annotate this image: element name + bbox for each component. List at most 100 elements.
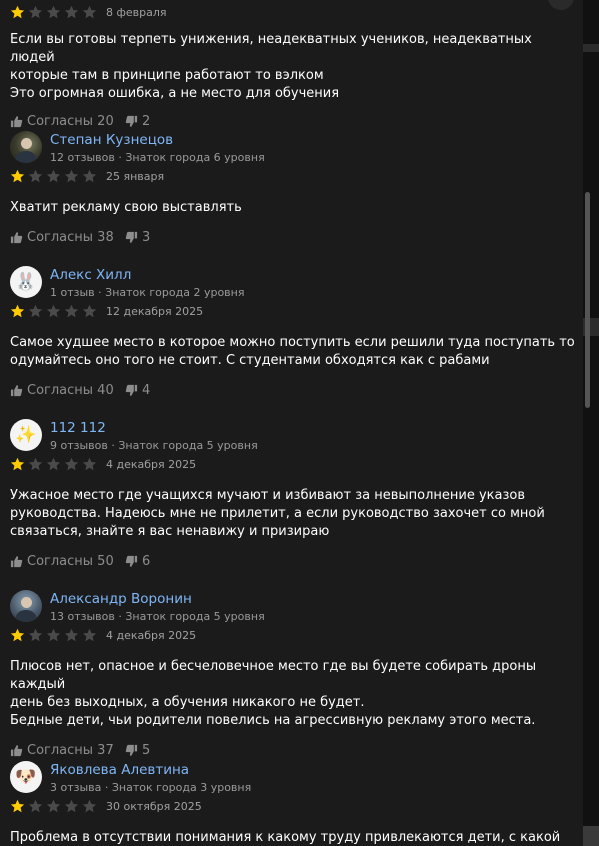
author-meta: 3 отзыва · Знаток города 3 уровня	[50, 781, 252, 794]
avatar[interactable]: 🐰	[10, 266, 42, 298]
dislike-button[interactable]: 4	[125, 383, 150, 398]
review-date: 8 февраля	[106, 6, 167, 19]
thumb-up-icon	[10, 384, 23, 397]
star-empty-icon	[82, 169, 97, 183]
like-button[interactable]: Согласны 40	[10, 383, 114, 398]
avatar[interactable]: 🐶	[10, 761, 42, 793]
author-name[interactable]: Яковлева Алевтина	[50, 762, 189, 778]
like-button[interactable]: Согласны 37	[10, 743, 114, 758]
dislike-button[interactable]: 2	[125, 114, 150, 129]
avatar[interactable]	[10, 131, 42, 163]
review-rating-row: 12 декабря 2025	[10, 304, 575, 322]
review-item: Степан Кузнецов 12 отзывов · Знаток горо…	[10, 131, 575, 250]
review-author: 🐰 Алекс Хилл 1 отзыв · Знаток города 2 у…	[10, 266, 575, 302]
rating-stars	[10, 169, 97, 184]
author-name[interactable]: 112 112	[50, 420, 106, 436]
review-actions: Согласны 40 4	[10, 383, 575, 403]
thumb-down-icon	[125, 231, 138, 244]
map-background-strip	[583, 0, 599, 846]
star-empty-icon	[46, 5, 61, 19]
review-item: 8 февраля Если вы готовы терпеть унижени…	[10, 3, 575, 134]
star-empty-icon	[82, 5, 97, 19]
dislike-button[interactable]: 3	[125, 230, 150, 245]
star-empty-icon	[64, 169, 79, 183]
review-date: 25 января	[106, 170, 165, 183]
thumb-up-icon	[10, 115, 23, 128]
star-empty-icon	[64, 628, 79, 642]
star-empty-icon	[64, 799, 79, 813]
star-filled-icon	[10, 799, 25, 813]
thumb-down-icon	[125, 384, 138, 397]
dislike-button[interactable]: 6	[125, 554, 150, 569]
author-name[interactable]: Алекс Хилл	[50, 267, 131, 283]
review-rating-row: 25 января	[10, 169, 575, 187]
star-empty-icon	[46, 169, 61, 183]
like-button[interactable]: Согласны 20	[10, 114, 114, 129]
thumb-down-icon	[125, 555, 138, 568]
star-empty-icon	[46, 304, 61, 318]
rating-stars	[10, 5, 97, 20]
review-date: 4 декабря 2025	[106, 458, 197, 471]
star-empty-icon	[28, 5, 43, 19]
review-actions: Согласны 38 3	[10, 230, 575, 250]
author-meta: 9 отзывов · Знаток города 5 уровня	[50, 439, 258, 452]
review-text: Хватит рекламу свою выставлять	[10, 200, 242, 215]
dislike-count: 5	[142, 743, 151, 758]
like-count: Согласны 38	[27, 230, 114, 245]
reviews-panel: 8 февраля Если вы готовы терпеть унижени…	[0, 0, 583, 846]
review-rating-row: 30 октября 2025	[10, 799, 575, 817]
thumb-up-icon	[10, 555, 23, 568]
author-meta: 13 отзывов · Знаток города 5 уровня	[50, 610, 265, 623]
star-empty-icon	[82, 628, 97, 642]
review-author: 🐶 Яковлева Алевтина 3 отзыва · Знаток го…	[10, 761, 575, 797]
star-empty-icon	[82, 457, 97, 471]
rating-stars	[10, 457, 97, 472]
star-empty-icon	[46, 628, 61, 642]
like-count: Согласны 20	[27, 114, 114, 129]
star-filled-icon	[10, 5, 25, 19]
star-empty-icon	[82, 304, 97, 318]
thumb-up-icon	[10, 744, 23, 757]
review-actions: Согласны 37 5	[10, 743, 575, 763]
review-item: 🐰 Алекс Хилл 1 отзыв · Знаток города 2 у…	[10, 266, 575, 403]
review-text: Плюсов нет, опасное и бесчеловечное мест…	[10, 659, 537, 728]
star-empty-icon	[28, 799, 43, 813]
author-name[interactable]: Александр Воронин	[50, 591, 192, 607]
author-name[interactable]: Степан Кузнецов	[50, 132, 173, 148]
thumb-down-icon	[125, 744, 138, 757]
star-empty-icon	[64, 5, 79, 19]
avatar[interactable]	[10, 590, 42, 622]
review-text: Если вы готовы терпеть унижения, неадекв…	[10, 32, 532, 101]
star-empty-icon	[28, 628, 43, 642]
review-actions: Согласны 50 6	[10, 554, 575, 574]
review-rating-row: 8 февраля	[10, 5, 575, 23]
star-filled-icon	[10, 304, 25, 318]
star-empty-icon	[46, 457, 61, 471]
author-meta: 1 отзыв · Знаток города 2 уровня	[50, 286, 245, 299]
review-author: Александр Воронин 13 отзывов · Знаток го…	[10, 590, 575, 626]
like-button[interactable]: Согласны 50	[10, 554, 114, 569]
review-date: 4 декабря 2025	[106, 629, 197, 642]
review-text: Ужасное место где учащихся мучают и изби…	[10, 488, 545, 539]
dislike-count: 6	[142, 554, 151, 569]
review-rating-row: 4 декабря 2025	[10, 628, 575, 646]
star-filled-icon	[10, 169, 25, 183]
review-author: Степан Кузнецов 12 отзывов · Знаток горо…	[10, 131, 575, 167]
like-count: Согласны 37	[27, 743, 114, 758]
dislike-count: 3	[142, 230, 151, 245]
star-filled-icon	[10, 628, 25, 642]
review-date: 30 октября 2025	[106, 800, 202, 813]
author-meta: 12 отзывов · Знаток города 6 уровня	[50, 151, 265, 164]
review-item: 🐶 Яковлева Алевтина 3 отзыва · Знаток го…	[10, 761, 575, 846]
scrollbar-thumb[interactable]	[585, 192, 590, 408]
review-rating-row: 4 декабря 2025	[10, 457, 575, 475]
dislike-button[interactable]: 5	[125, 743, 150, 758]
like-count: Согласны 40	[27, 383, 114, 398]
star-empty-icon	[64, 304, 79, 318]
star-empty-icon	[64, 457, 79, 471]
star-empty-icon	[46, 799, 61, 813]
avatar[interactable]: ✨	[10, 419, 42, 451]
thumb-up-icon	[10, 231, 23, 244]
like-button[interactable]: Согласны 38	[10, 230, 114, 245]
star-empty-icon	[82, 799, 97, 813]
